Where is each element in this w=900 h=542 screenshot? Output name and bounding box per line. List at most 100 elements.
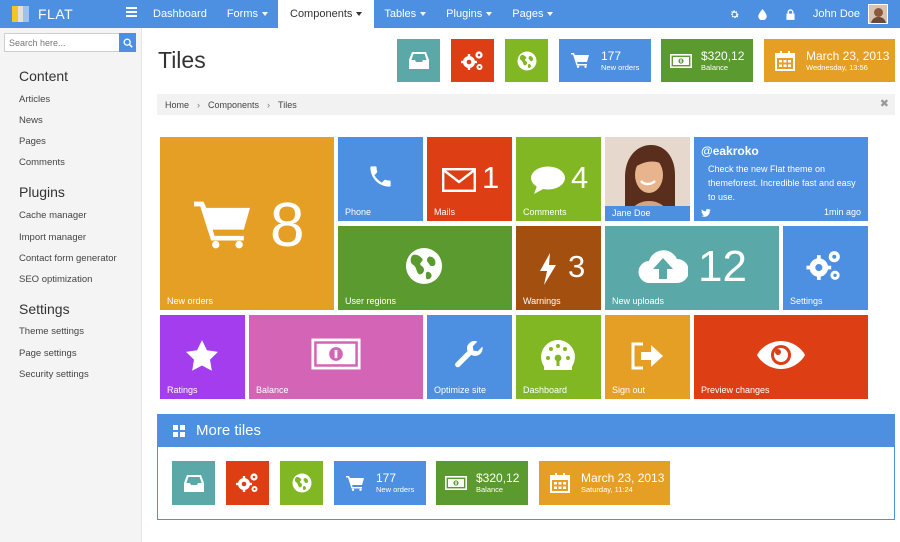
tile-new-uploads-count: 12 bbox=[698, 242, 747, 291]
brand-name: FLAT bbox=[38, 6, 74, 22]
globe-icon bbox=[517, 51, 536, 70]
tile-preview-changes[interactable]: Preview changes bbox=[694, 315, 868, 399]
nav-item-pages[interactable]: Pages bbox=[502, 0, 563, 28]
nav-item-components[interactable]: Components bbox=[278, 0, 375, 28]
drop-icon[interactable] bbox=[749, 0, 777, 28]
search-button[interactable] bbox=[119, 33, 136, 52]
avatar[interactable] bbox=[868, 4, 888, 24]
page-title: Tiles bbox=[158, 47, 206, 73]
calendar-icon bbox=[775, 50, 795, 71]
phone-icon bbox=[369, 165, 391, 187]
tile-phone[interactable]: Phone bbox=[338, 137, 423, 221]
lock-icon[interactable] bbox=[777, 0, 805, 28]
calendar-icon bbox=[550, 473, 570, 493]
gears-icon bbox=[235, 473, 258, 492]
balance-stat[interactable]: $320,12 Balance bbox=[661, 39, 753, 82]
tile-new-orders[interactable]: 8 New orders bbox=[160, 137, 334, 310]
more-new-orders-tile[interactable]: 177 New orders bbox=[334, 461, 426, 505]
tile-balance[interactable]: Balance bbox=[249, 315, 423, 399]
search-box bbox=[4, 33, 136, 52]
tile-dashboard[interactable]: Dashboard bbox=[516, 315, 601, 399]
nav-item-plugins[interactable]: Plugins bbox=[436, 0, 502, 28]
tile-new-orders-label: New orders bbox=[167, 296, 214, 306]
caret-down-icon bbox=[486, 12, 493, 17]
tile-optimize-site-label: Optimize site bbox=[434, 385, 487, 395]
tile-optimize-site[interactable]: Optimize site bbox=[427, 315, 512, 399]
tile-warnings-label: Warnings bbox=[523, 296, 561, 306]
new-orders-label: New orders bbox=[601, 62, 640, 72]
nav-item-forms[interactable]: Forms bbox=[217, 0, 278, 28]
tile-settings-label: Settings bbox=[790, 296, 823, 306]
tile-ratings[interactable]: Ratings bbox=[160, 315, 245, 399]
more-balance-label: Balance bbox=[476, 485, 504, 494]
sidebar-heading-settings[interactable]: Settings bbox=[19, 301, 70, 317]
chevron-right-icon: › bbox=[267, 99, 271, 110]
eye-icon bbox=[757, 341, 805, 369]
tweet-handle[interactable]: @eakroko bbox=[701, 144, 759, 158]
cart-icon bbox=[194, 201, 250, 249]
sidebar-item-articles[interactable]: Articles bbox=[19, 94, 50, 105]
sidebar-item-comments[interactable]: Comments bbox=[19, 157, 65, 168]
sidebar-heading-content[interactable]: Content bbox=[19, 68, 68, 84]
tile-balance-label: Balance bbox=[256, 385, 289, 395]
sidebar-item-seo-optimization[interactable]: SEO optimization bbox=[19, 274, 92, 285]
tile-tweet[interactable]: @eakroko Check the new Flat theme on the… bbox=[694, 137, 868, 221]
date-stat[interactable]: March 23, 2013 Wednesday, 13:56 bbox=[764, 39, 895, 82]
sidebar-item-theme-settings[interactable]: Theme settings bbox=[19, 326, 84, 337]
more-globe-tile[interactable] bbox=[280, 461, 323, 505]
caret-down-icon bbox=[547, 12, 554, 17]
nav-item-tables[interactable]: Tables bbox=[374, 0, 436, 28]
user-name[interactable]: John Doe bbox=[813, 8, 860, 20]
sidebar-item-pages[interactable]: Pages bbox=[19, 136, 46, 147]
sidebar-item-news[interactable]: News bbox=[19, 115, 43, 126]
more-new-orders-value: 177 bbox=[376, 471, 397, 485]
tile-comments[interactable]: 4 Comments bbox=[516, 137, 601, 221]
menu-toggle-icon[interactable] bbox=[126, 7, 137, 17]
sidebar-item-contact-form-generator[interactable]: Contact form generator bbox=[19, 253, 117, 264]
star-icon bbox=[186, 339, 218, 371]
more-tiles-title: More tiles bbox=[196, 422, 262, 439]
tile-user-regions[interactable]: User regions bbox=[338, 226, 512, 310]
inbox-stat[interactable] bbox=[397, 39, 440, 82]
settings-stat[interactable] bbox=[451, 39, 494, 82]
sidebar: Content Articles News Pages Comments Plu… bbox=[0, 28, 142, 542]
tile-new-uploads-label: New uploads bbox=[612, 296, 665, 306]
sign-out-icon bbox=[631, 342, 663, 370]
new-orders-stat[interactable]: 177 New orders bbox=[559, 39, 651, 82]
sidebar-item-cache-manager[interactable]: Cache manager bbox=[19, 210, 87, 221]
brand[interactable]: FLAT bbox=[12, 6, 73, 22]
date-label: Wednesday, 13:56 bbox=[806, 62, 868, 72]
tile-user-regions-label: User regions bbox=[345, 296, 397, 306]
breadcrumb-components[interactable]: Components bbox=[208, 100, 259, 110]
tile-comments-count: 4 bbox=[571, 160, 589, 195]
sidebar-item-security-settings[interactable]: Security settings bbox=[19, 369, 89, 380]
tile-profile[interactable]: Jane Doe bbox=[605, 137, 690, 221]
close-icon[interactable]: ✖ bbox=[880, 99, 889, 110]
sidebar-item-page-settings[interactable]: Page settings bbox=[19, 348, 77, 359]
dashboard-icon bbox=[541, 340, 575, 370]
more-settings-tile[interactable] bbox=[226, 461, 269, 505]
cart-icon bbox=[571, 53, 589, 68]
tile-warnings[interactable]: 3 Warnings bbox=[516, 226, 601, 310]
tile-dashboard-label: Dashboard bbox=[523, 385, 568, 395]
tile-new-uploads[interactable]: 12 New uploads bbox=[605, 226, 779, 310]
search-input[interactable] bbox=[5, 34, 120, 51]
more-inbox-tile[interactable] bbox=[172, 461, 215, 505]
more-date-tile[interactable]: March 23, 2013 Saturday, 11:24 bbox=[539, 461, 670, 505]
sidebar-item-import-manager[interactable]: Import manager bbox=[19, 232, 86, 243]
tile-mails[interactable]: 1 Mails bbox=[427, 137, 512, 221]
tile-sign-out[interactable]: Sign out bbox=[605, 315, 690, 399]
twitter-icon bbox=[701, 209, 711, 217]
globe-stat[interactable] bbox=[505, 39, 548, 82]
more-balance-tile[interactable]: $320,12 Balance bbox=[436, 461, 528, 505]
breadcrumb-home[interactable]: Home bbox=[165, 100, 189, 110]
more-new-orders-label: New orders bbox=[376, 485, 415, 494]
new-orders-value: 177 bbox=[601, 48, 622, 63]
nav-item-dashboard[interactable]: Dashboard bbox=[143, 0, 217, 28]
tile-mails-count: 1 bbox=[482, 160, 500, 195]
tile-settings[interactable]: Settings bbox=[783, 226, 868, 310]
gear-icon[interactable] bbox=[721, 0, 749, 28]
sidebar-heading-plugins[interactable]: Plugins bbox=[19, 184, 65, 200]
tile-mails-label: Mails bbox=[434, 207, 456, 217]
comment-icon bbox=[531, 166, 565, 194]
